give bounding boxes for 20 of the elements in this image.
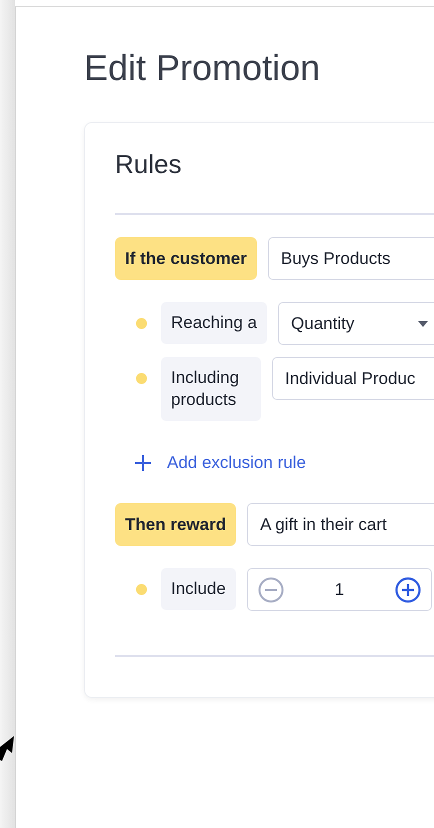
card-title: Rules (115, 149, 182, 179)
input-field[interactable]: Individual Produc (272, 357, 434, 400)
page-title: Edit Promotion (84, 46, 320, 90)
rule-badge: If the customer (115, 237, 257, 280)
quantity-value: 1 (334, 580, 344, 600)
bullet-dot (136, 318, 147, 329)
caret-icon (418, 320, 428, 326)
condition-label: Including products (161, 357, 261, 421)
bullet-dot (136, 584, 147, 595)
select-field[interactable]: Buys Products (268, 237, 434, 280)
dropdown[interactable]: Quantity (278, 302, 434, 345)
add-exclusion-link[interactable]: Add exclusion rule (135, 453, 306, 473)
condition-label: Reaching a (161, 302, 268, 344)
condition-label: Include (161, 568, 236, 610)
quantity-stepper[interactable]: 1 (246, 568, 432, 611)
plus-icon[interactable] (394, 576, 421, 602)
plus-icon (135, 455, 151, 471)
bullet-dot (136, 373, 147, 384)
rule-badge: Then reward (115, 503, 236, 546)
select-field[interactable]: A gift in their cart (247, 503, 434, 546)
